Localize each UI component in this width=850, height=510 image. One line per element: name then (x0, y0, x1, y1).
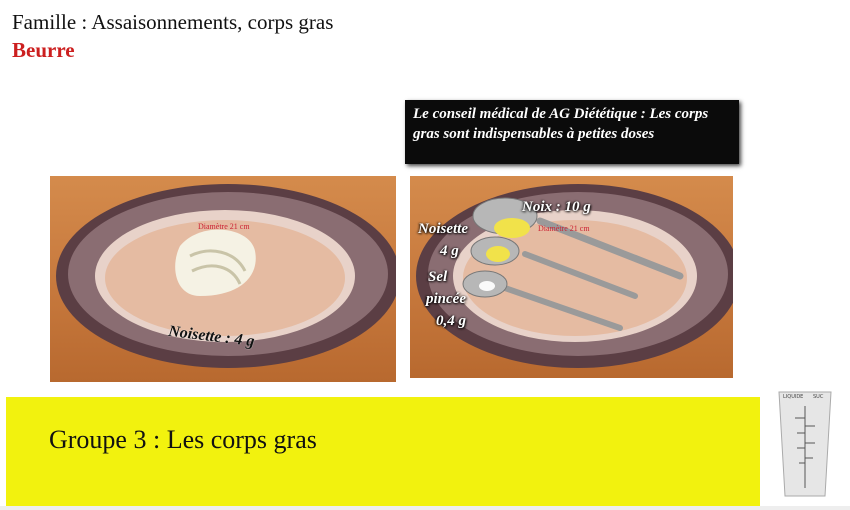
sel-label-line3: 0,4 g (436, 313, 466, 329)
bottom-divider (0, 506, 850, 510)
aliment-title: Beurre (12, 38, 75, 62)
noisette-label-line2: 4 g (440, 243, 459, 259)
conseil-box: Le conseil médical de AG Diététique : Le… (405, 100, 739, 164)
right-plate-rim-text: Diamètre 21 cm (538, 224, 590, 233)
measuring-cup-icon: LIQUIDE SUC (775, 388, 835, 500)
noix-label: Noix : 10 g (522, 199, 591, 215)
right-plate-photo: Diamètre 21 cm Noix : 10 g Noisette 4 g … (410, 176, 733, 378)
sel-label-line2: pincée (426, 291, 466, 307)
famille-title: Famille : Assaisonnements, corps gras (12, 10, 334, 34)
header-cover (398, 6, 544, 42)
noisette-label-line1: Noisette (418, 221, 468, 237)
groupe-title: Groupe 3 : Les corps gras (49, 425, 317, 454)
left-plate-rim-text: Diamètre 21 cm (198, 222, 250, 231)
left-plate-illustration (56, 184, 396, 368)
cup-label-left: LIQUIDE (783, 394, 803, 400)
sel-label-line1: Sel (428, 269, 448, 285)
left-plate-photo: Diamètre 21 cm (50, 176, 396, 382)
cup-label-right: SUC (813, 394, 824, 400)
